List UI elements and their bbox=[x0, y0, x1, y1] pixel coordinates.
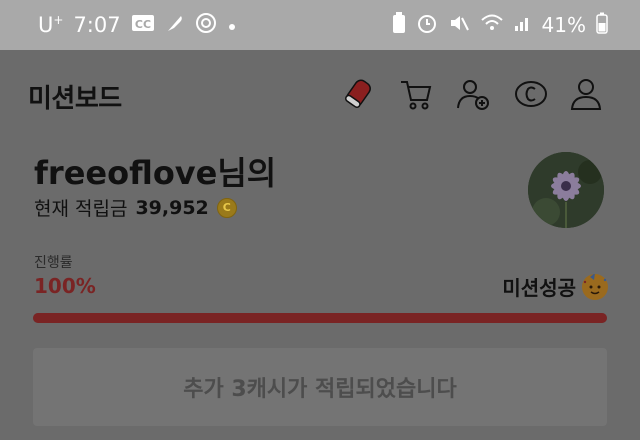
cash-icon[interactable] bbox=[511, 74, 551, 114]
reward-notice-button[interactable]: 추가 3캐시가 적립되었습니다 bbox=[33, 348, 607, 426]
status-bar-right: 41% bbox=[392, 11, 608, 39]
points-row: 현재 적립금 39,952 C bbox=[34, 194, 237, 221]
party-face-icon bbox=[582, 272, 608, 300]
status-bar: U+ 7:07 CC 41% bbox=[0, 0, 640, 50]
coin-icon: C bbox=[216, 197, 237, 218]
battery-charge-icon bbox=[392, 11, 406, 39]
alarm-icon bbox=[416, 12, 438, 39]
signal-icon bbox=[514, 13, 532, 37]
mission-board-screen: 미션보드 freeoflove님의 현재 적립금 39,952 C 진행률 10… bbox=[0, 50, 640, 440]
mission-status-text: 미션성공 bbox=[502, 276, 576, 300]
flower-photo bbox=[528, 152, 604, 228]
progress-bar bbox=[33, 313, 607, 323]
progress-label: 진행률 bbox=[34, 255, 73, 271]
feather-icon bbox=[165, 13, 185, 38]
dot-icon bbox=[227, 13, 237, 37]
points-label: 현재 적립금 bbox=[34, 198, 128, 220]
add-friend-icon[interactable] bbox=[453, 74, 493, 114]
progress-value: 100% bbox=[34, 274, 96, 298]
cart-icon[interactable] bbox=[396, 74, 436, 114]
status-time: 7:07 bbox=[73, 13, 121, 37]
cc-icon: CC bbox=[131, 13, 155, 38]
mission-status: 미션성공 bbox=[502, 272, 608, 301]
settings-ring-icon bbox=[195, 12, 217, 39]
username-suffix: 님의 bbox=[217, 154, 277, 192]
battery-icon bbox=[596, 12, 608, 39]
wifi-icon bbox=[480, 13, 504, 38]
reward-notice-text: 추가 3캐시가 적립되었습니다 bbox=[183, 377, 457, 402]
svg-text:CC: CC bbox=[135, 18, 151, 31]
shoe-icon[interactable] bbox=[338, 74, 378, 114]
points-value: 39,952 bbox=[135, 196, 209, 219]
page-title: 미션보드 bbox=[28, 84, 122, 114]
battery-percent: 41% bbox=[541, 13, 586, 37]
avatar[interactable] bbox=[528, 152, 604, 228]
status-bar-left: U+ 7:07 CC bbox=[38, 12, 237, 39]
carrier-label: U+ bbox=[38, 13, 64, 37]
username-heading: freeoflove님의 bbox=[34, 148, 276, 194]
username: freeoflove bbox=[34, 154, 218, 192]
mute-icon bbox=[448, 12, 470, 39]
app-bar: 미션보드 bbox=[0, 50, 640, 140]
user-icon[interactable] bbox=[566, 74, 606, 114]
progress-bar-fill bbox=[33, 313, 607, 323]
